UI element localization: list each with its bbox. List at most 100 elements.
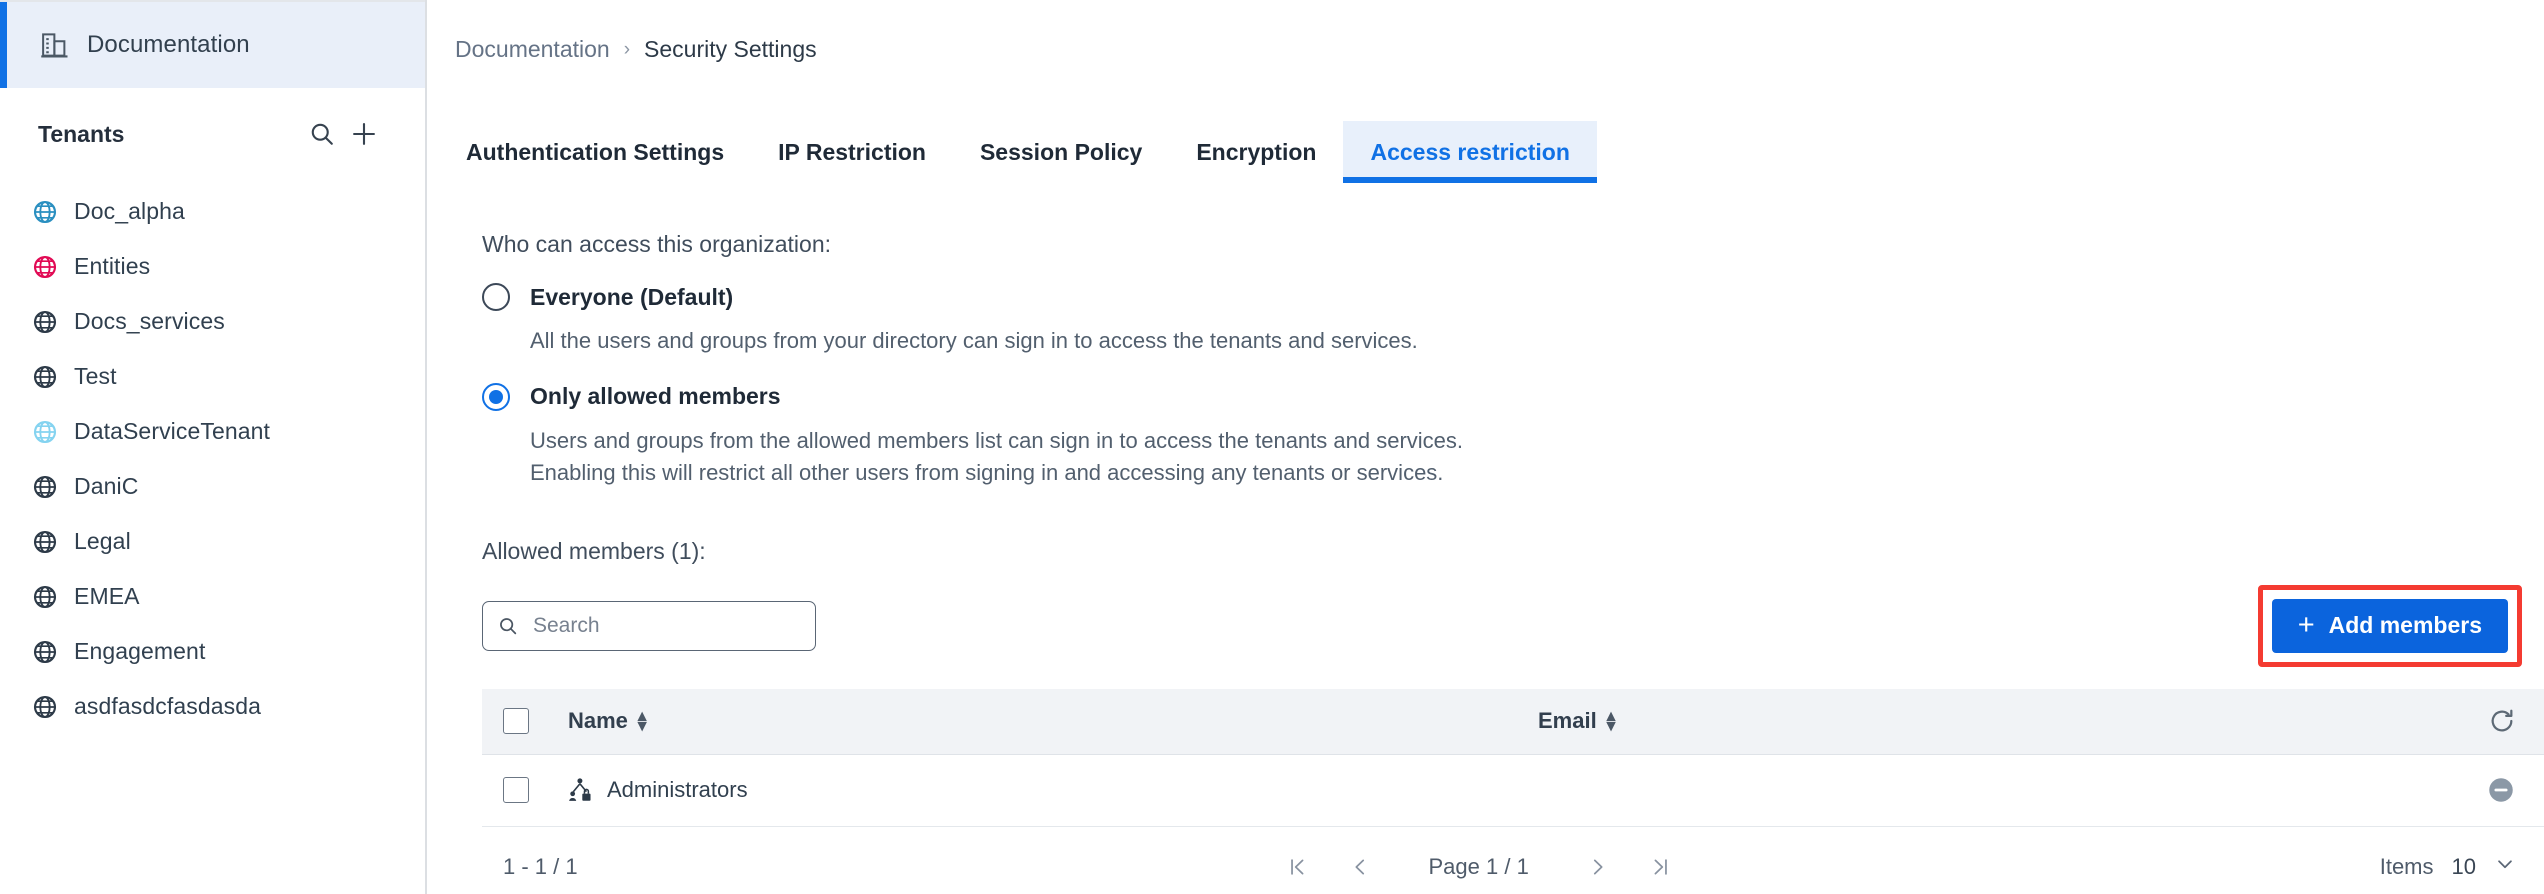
tab-label: IP Restriction bbox=[778, 138, 926, 165]
plus-icon: + bbox=[2297, 609, 2315, 642]
main-content: Documentation › Security Settings Authen… bbox=[427, 0, 2544, 894]
tab-label: Authentication Settings bbox=[466, 138, 725, 165]
breadcrumb-parent[interactable]: Documentation bbox=[455, 36, 610, 63]
items-per-page[interactable]: Items 10 bbox=[2380, 853, 2516, 881]
radio-everyone-description: All the users and groups from your direc… bbox=[530, 328, 1418, 353]
org-title: Documentation bbox=[87, 31, 250, 58]
sidebar-tenant-label: EMEA bbox=[74, 583, 140, 609]
add-members-label: Add members bbox=[2328, 612, 2482, 639]
refresh-icon bbox=[2491, 709, 2513, 732]
sidebar-tenant-label: Test bbox=[74, 363, 117, 389]
sidebar-tenant-label: DaniC bbox=[74, 473, 139, 499]
breadcrumb-separator-icon: › bbox=[623, 38, 631, 60]
sidebar-tenant-label: Legal bbox=[74, 528, 131, 554]
sidebar-tenant-label: asdfasdcfasdasda bbox=[74, 693, 262, 719]
member-name: Administrators bbox=[607, 777, 748, 803]
org-header[interactable]: Documentation bbox=[0, 0, 425, 88]
sidebar-tenant-item[interactable]: DataServiceTenant bbox=[0, 404, 425, 459]
globe-icon bbox=[33, 475, 57, 498]
refresh-table-button[interactable] bbox=[2488, 707, 2516, 735]
group-lock-icon bbox=[569, 778, 591, 801]
access-question: Who can access this organization: bbox=[482, 231, 832, 257]
tenant-list: Doc_alpha Entities Docs_services Test Da… bbox=[0, 180, 425, 734]
radio-only-allowed-description: Users and groups from the allowed member… bbox=[530, 427, 1464, 486]
remove-circle-icon bbox=[2489, 778, 2513, 802]
cell-name: Administrators bbox=[568, 777, 1538, 803]
allowed-members-title: Allowed members (1): bbox=[482, 537, 706, 564]
access-restriction-panel: Who can access this organization: Everyo… bbox=[427, 231, 2544, 894]
chevron-down-icon[interactable] bbox=[2494, 853, 2516, 881]
globe-icon bbox=[33, 585, 57, 608]
sidebar-tenant-item[interactable]: Test bbox=[0, 349, 425, 404]
remove-member-button[interactable] bbox=[2486, 775, 2516, 805]
pagination: Page 1 / 1 bbox=[578, 841, 2380, 893]
tab-label: Session Policy bbox=[979, 138, 1143, 165]
column-header-name[interactable]: Name ▴ ▾ bbox=[568, 707, 1538, 734]
radio-option-everyone[interactable]: Everyone (Default) bbox=[439, 283, 2544, 311]
sidebar-tenant-item[interactable]: Entities bbox=[0, 239, 425, 294]
tab-ip-restriction[interactable]: IP Restriction bbox=[751, 121, 953, 183]
add-tenant-button[interactable] bbox=[343, 113, 385, 155]
add-members-button[interactable]: + Add members bbox=[2271, 598, 2508, 653]
security-settings-page: Documentation Tenants Doc_alpha Entities… bbox=[0, 0, 2544, 894]
sidebar-tenant-item[interactable]: Doc_alpha bbox=[0, 184, 425, 239]
select-all-checkbox[interactable] bbox=[503, 708, 529, 735]
search-icon bbox=[500, 617, 517, 634]
first-page-icon bbox=[1290, 858, 1303, 875]
sidebar-tenant-item[interactable]: DaniC bbox=[0, 459, 425, 514]
items-value: 10 bbox=[2451, 853, 2476, 879]
tab-session-policy[interactable]: Session Policy bbox=[953, 121, 1169, 183]
radio-everyone-input[interactable] bbox=[482, 283, 510, 311]
globe-icon bbox=[33, 200, 57, 223]
tab-label: Encryption bbox=[1196, 138, 1317, 165]
sidebar-tenant-item[interactable]: Legal bbox=[0, 514, 425, 569]
members-search-input[interactable] bbox=[531, 612, 801, 639]
sidebar-tenant-item[interactable]: EMEA bbox=[0, 569, 425, 624]
tenants-header: Tenants bbox=[0, 88, 425, 180]
table-row[interactable]: Administrators bbox=[482, 754, 2544, 827]
tenants-label: Tenants bbox=[38, 120, 125, 147]
items-label: Items bbox=[2379, 853, 2434, 879]
row-checkbox[interactable] bbox=[503, 777, 529, 804]
globe-icon bbox=[33, 255, 57, 278]
radio-only-allowed-input[interactable] bbox=[482, 382, 510, 411]
table-header: Name ▴ ▾ Email ▴ ▾ bbox=[482, 688, 2544, 755]
sidebar-tenant-label: Docs_services bbox=[74, 308, 225, 334]
tab-access-restriction[interactable]: Access restriction bbox=[1343, 121, 1598, 183]
sidebar-tenant-label: Entities bbox=[74, 253, 151, 279]
column-header-name-label: Name bbox=[568, 708, 628, 734]
radio-option-only-allowed[interactable]: Only allowed members bbox=[439, 382, 2544, 411]
column-header-email[interactable]: Email ▴ ▾ bbox=[1538, 707, 2438, 734]
last-page-icon bbox=[1654, 858, 1667, 875]
sidebar-tenant-item[interactable]: asdfasdcfasdasda bbox=[0, 679, 425, 734]
tab-label: Access restriction bbox=[1370, 138, 1570, 165]
table-body: Administrators bbox=[482, 754, 2544, 827]
sidebar-tenant-label: Doc_alpha bbox=[74, 198, 185, 224]
members-search-box[interactable] bbox=[482, 600, 816, 651]
sidebar-tenant-item[interactable]: Engagement bbox=[0, 624, 425, 679]
tab-authentication-settings[interactable]: Authentication Settings bbox=[439, 121, 751, 183]
prev-page-button[interactable] bbox=[1329, 841, 1391, 893]
sidebar-tenant-item[interactable]: Docs_services bbox=[0, 294, 425, 349]
breadcrumb-current: Security Settings bbox=[644, 36, 817, 62]
globe-icon bbox=[33, 365, 57, 388]
plus-icon bbox=[353, 123, 375, 145]
globe-icon bbox=[33, 695, 57, 718]
radio-everyone-label: Everyone (Default) bbox=[530, 283, 734, 310]
members-toolbar: + Add members bbox=[439, 584, 2544, 667]
tab-encryption[interactable]: Encryption bbox=[1169, 121, 1343, 183]
sidebar: Documentation Tenants Doc_alpha Entities… bbox=[0, 0, 427, 894]
add-members-highlight: + Add members bbox=[2257, 584, 2522, 667]
globe-icon bbox=[33, 640, 57, 663]
first-page-button[interactable] bbox=[1267, 841, 1329, 893]
building-icon bbox=[41, 33, 68, 58]
table-footer: 1 - 1 / 1 Page 1 / 1 Items 10 bbox=[482, 827, 2544, 894]
next-page-button[interactable] bbox=[1567, 841, 1629, 893]
tenant-search-button[interactable] bbox=[301, 113, 343, 155]
sidebar-tenant-label: DataServiceTenant bbox=[74, 418, 271, 444]
globe-icon bbox=[33, 420, 57, 443]
next-page-icon bbox=[1593, 859, 1603, 875]
last-page-button[interactable] bbox=[1629, 841, 1691, 893]
row-range-label: 1 - 1 / 1 bbox=[503, 853, 578, 879]
sidebar-tenant-label: Engagement bbox=[74, 638, 206, 664]
